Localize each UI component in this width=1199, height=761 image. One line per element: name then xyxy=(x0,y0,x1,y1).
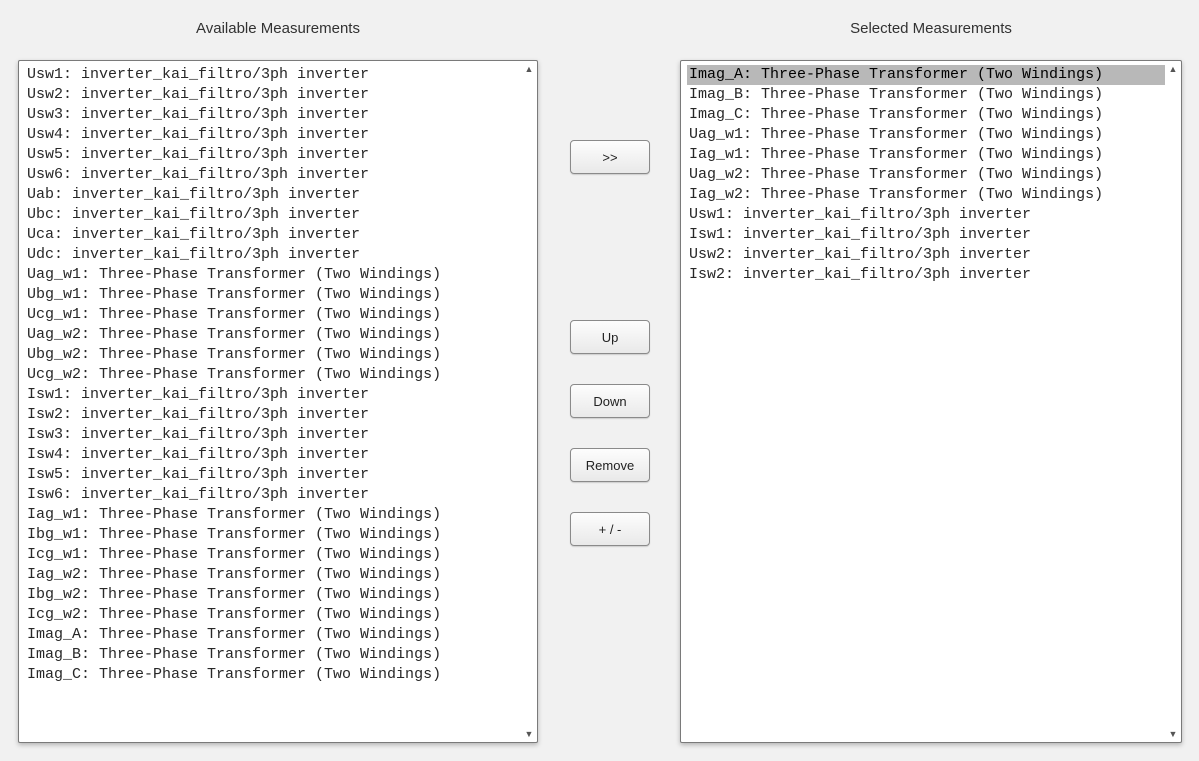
list-item[interactable]: Ucg_w2: Three-Phase Transformer (Two Win… xyxy=(25,365,521,385)
selected-list-content[interactable]: Imag_A: Three-Phase Transformer (Two Win… xyxy=(687,65,1165,738)
transfer-buttons-panel: >> Up Down Remove + / - xyxy=(560,0,660,761)
list-item[interactable]: Usw1: inverter_kai_filtro/3ph inverter xyxy=(25,65,521,85)
scroll-down-icon[interactable]: ▼ xyxy=(523,728,535,740)
selected-panel: Selected Measurements Imag_A: Three-Phas… xyxy=(680,0,1182,761)
selected-scrollbar[interactable]: ▲ ▼ xyxy=(1167,63,1179,740)
list-item[interactable]: Iag_w1: Three-Phase Transformer (Two Win… xyxy=(687,145,1165,165)
list-item[interactable]: Usw1: inverter_kai_filtro/3ph inverter xyxy=(687,205,1165,225)
list-item[interactable]: Isw6: inverter_kai_filtro/3ph inverter xyxy=(25,485,521,505)
list-item[interactable]: Usw4: inverter_kai_filtro/3ph inverter xyxy=(25,125,521,145)
list-item[interactable]: Isw1: inverter_kai_filtro/3ph inverter xyxy=(687,225,1165,245)
list-item[interactable]: Uag_w1: Three-Phase Transformer (Two Win… xyxy=(25,265,521,285)
list-item[interactable]: Iag_w1: Three-Phase Transformer (Two Win… xyxy=(25,505,521,525)
list-item[interactable]: Usw2: inverter_kai_filtro/3ph inverter xyxy=(687,245,1165,265)
available-title: Available Measurements xyxy=(18,20,538,37)
list-item[interactable]: Ucg_w1: Three-Phase Transformer (Two Win… xyxy=(25,305,521,325)
list-item[interactable]: Uag_w2: Three-Phase Transformer (Two Win… xyxy=(687,165,1165,185)
list-item[interactable]: Iag_w2: Three-Phase Transformer (Two Win… xyxy=(25,565,521,585)
list-item[interactable]: Isw3: inverter_kai_filtro/3ph inverter xyxy=(25,425,521,445)
add-button[interactable]: >> xyxy=(570,140,650,174)
list-item[interactable]: Usw6: inverter_kai_filtro/3ph inverter xyxy=(25,165,521,185)
list-item[interactable]: Isw2: inverter_kai_filtro/3ph inverter xyxy=(687,265,1165,285)
list-item[interactable]: Usw3: inverter_kai_filtro/3ph inverter xyxy=(25,105,521,125)
list-item[interactable]: Uag_w2: Three-Phase Transformer (Two Win… xyxy=(25,325,521,345)
selected-listbox[interactable]: Imag_A: Three-Phase Transformer (Two Win… xyxy=(680,60,1182,743)
list-item[interactable]: Isw2: inverter_kai_filtro/3ph inverter xyxy=(25,405,521,425)
list-item[interactable]: Ibg_w1: Three-Phase Transformer (Two Win… xyxy=(25,525,521,545)
list-item[interactable]: Imag_A: Three-Phase Transformer (Two Win… xyxy=(25,625,521,645)
available-list-content[interactable]: Usw1: inverter_kai_filtro/3ph inverterUs… xyxy=(25,65,521,738)
list-item[interactable]: Usw2: inverter_kai_filtro/3ph inverter xyxy=(25,85,521,105)
sign-button[interactable]: + / - xyxy=(570,512,650,546)
list-item[interactable]: Imag_B: Three-Phase Transformer (Two Win… xyxy=(687,85,1165,105)
selected-title: Selected Measurements xyxy=(680,20,1182,37)
list-item[interactable]: Iag_w2: Three-Phase Transformer (Two Win… xyxy=(687,185,1165,205)
list-item[interactable]: Icg_w1: Three-Phase Transformer (Two Win… xyxy=(25,545,521,565)
up-button[interactable]: Up xyxy=(570,320,650,354)
list-item[interactable]: Imag_C: Three-Phase Transformer (Two Win… xyxy=(687,105,1165,125)
list-item[interactable]: Ibg_w2: Three-Phase Transformer (Two Win… xyxy=(25,585,521,605)
list-item[interactable]: Ubg_w1: Three-Phase Transformer (Two Win… xyxy=(25,285,521,305)
list-item[interactable]: Ubg_w2: Three-Phase Transformer (Two Win… xyxy=(25,345,521,365)
list-item[interactable]: Uca: inverter_kai_filtro/3ph inverter xyxy=(25,225,521,245)
list-item[interactable]: Isw5: inverter_kai_filtro/3ph inverter xyxy=(25,465,521,485)
down-button[interactable]: Down xyxy=(570,384,650,418)
scroll-down-icon[interactable]: ▼ xyxy=(1167,728,1179,740)
available-scrollbar[interactable]: ▲ ▼ xyxy=(523,63,535,740)
list-item[interactable]: Usw5: inverter_kai_filtro/3ph inverter xyxy=(25,145,521,165)
list-item[interactable]: Uab: inverter_kai_filtro/3ph inverter xyxy=(25,185,521,205)
remove-button[interactable]: Remove xyxy=(570,448,650,482)
scroll-up-icon[interactable]: ▲ xyxy=(1167,63,1179,75)
available-listbox[interactable]: Usw1: inverter_kai_filtro/3ph inverterUs… xyxy=(18,60,538,743)
list-item[interactable]: Imag_A: Three-Phase Transformer (Two Win… xyxy=(687,65,1165,85)
list-item[interactable]: Ubc: inverter_kai_filtro/3ph inverter xyxy=(25,205,521,225)
list-item[interactable]: Isw4: inverter_kai_filtro/3ph inverter xyxy=(25,445,521,465)
list-item[interactable]: Isw1: inverter_kai_filtro/3ph inverter xyxy=(25,385,521,405)
scroll-up-icon[interactable]: ▲ xyxy=(523,63,535,75)
available-panel: Available Measurements Usw1: inverter_ka… xyxy=(18,0,538,761)
list-item[interactable]: Imag_C: Three-Phase Transformer (Two Win… xyxy=(25,665,521,685)
list-item[interactable]: Imag_B: Three-Phase Transformer (Two Win… xyxy=(25,645,521,665)
list-item[interactable]: Uag_w1: Three-Phase Transformer (Two Win… xyxy=(687,125,1165,145)
list-item[interactable]: Udc: inverter_kai_filtro/3ph inverter xyxy=(25,245,521,265)
list-item[interactable]: Icg_w2: Three-Phase Transformer (Two Win… xyxy=(25,605,521,625)
